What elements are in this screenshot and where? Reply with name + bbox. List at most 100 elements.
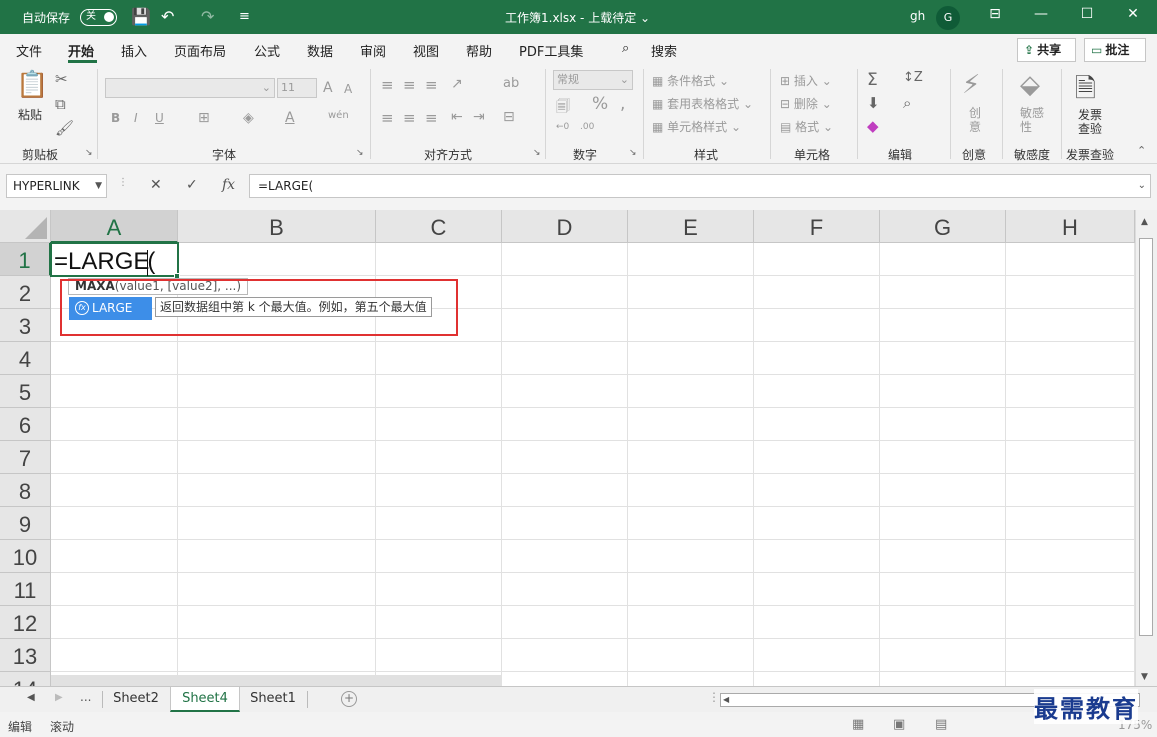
- formula-input[interactable]: =LARGE(⌄: [249, 174, 1151, 198]
- row-header-11[interactable]: 11: [0, 573, 51, 606]
- column-header-e[interactable]: E: [628, 210, 754, 243]
- grow-font-icon[interactable]: A: [323, 80, 333, 96]
- fill-color-icon[interactable]: ◈: [243, 110, 254, 126]
- search-label[interactable]: 搜索: [651, 41, 677, 60]
- alignment-launcher-icon[interactable]: ↘: [533, 148, 541, 158]
- align-bottom-icon[interactable]: ≡: [425, 76, 438, 94]
- ribbon-display-options-icon[interactable]: ⊟: [980, 6, 1010, 22]
- tab-formulas[interactable]: 公式: [254, 41, 280, 60]
- align-middle-icon[interactable]: ≡: [403, 76, 416, 94]
- worksheet-grid[interactable]: A B C D E F G H 1 2 3 4 5 6 7 8 9 10 11 …: [0, 210, 1157, 686]
- row-header-10[interactable]: 10: [0, 540, 51, 573]
- sensitivity-button-label[interactable]: 敏感 性: [1020, 106, 1044, 134]
- font-launcher-icon[interactable]: ↘: [356, 148, 364, 158]
- accounting-format-icon[interactable]: 🗐: [556, 96, 570, 120]
- tab-file[interactable]: 文件: [16, 41, 42, 60]
- share-button[interactable]: ⇪ 共享: [1017, 38, 1076, 62]
- column-header-d[interactable]: D: [502, 210, 628, 243]
- creativity-icon[interactable]: ⚡: [962, 70, 980, 100]
- add-sheet-button[interactable]: +: [341, 691, 357, 707]
- row-header-13[interactable]: 13: [0, 639, 51, 672]
- increase-decimal-icon[interactable]: ←0: [556, 122, 569, 132]
- fill-icon[interactable]: ⬇: [867, 94, 880, 112]
- orientation-icon[interactable]: ↗: [451, 76, 463, 92]
- column-header-c[interactable]: C: [376, 210, 502, 243]
- sheet-tab-sheet2[interactable]: Sheet2: [104, 687, 168, 712]
- invoice-button-label-2[interactable]: 查验: [1078, 120, 1102, 137]
- minimize-button[interactable]: —: [1026, 6, 1056, 22]
- increase-indent-icon[interactable]: ⇥: [473, 109, 485, 125]
- percent-style-icon[interactable]: %: [592, 94, 608, 114]
- name-box[interactable]: HYPERLINK ▼: [6, 174, 107, 198]
- expand-formula-bar-icon[interactable]: ⌄: [1138, 175, 1146, 197]
- row-header-12[interactable]: 12: [0, 606, 51, 639]
- scroll-up-icon[interactable]: ▲: [1141, 217, 1148, 227]
- insert-function-icon[interactable]: fx: [222, 177, 235, 193]
- border-icon[interactable]: ⊞: [198, 110, 210, 126]
- avatar[interactable]: G: [936, 6, 960, 30]
- row-header-5[interactable]: 5: [0, 375, 51, 408]
- paste-label[interactable]: 粘贴: [18, 106, 42, 123]
- find-select-icon[interactable]: ⌕: [903, 94, 911, 112]
- undo-icon[interactable]: ↶: [161, 7, 174, 27]
- redo-icon[interactable]: ↷: [201, 7, 214, 27]
- italic-button[interactable]: I: [134, 111, 138, 125]
- row-header-8[interactable]: 8: [0, 474, 51, 507]
- tab-pdf-tools[interactable]: PDF工具集: [519, 41, 583, 60]
- clear-icon[interactable]: ◆: [867, 117, 879, 135]
- copy-icon[interactable]: ⧉: [55, 95, 66, 113]
- format-as-table-button[interactable]: ▦ 套用表格格式 ⌄: [652, 95, 753, 112]
- sort-filter-icon[interactable]: ↕Z: [903, 70, 923, 85]
- bold-button[interactable]: B: [111, 111, 120, 125]
- sheet-tab-sheet4[interactable]: Sheet4: [170, 687, 240, 712]
- collapse-ribbon-icon[interactable]: ⌃: [1137, 144, 1146, 157]
- comma-style-icon[interactable]: ,: [620, 94, 625, 114]
- align-center-icon[interactable]: ≡: [403, 109, 416, 127]
- scroll-left-icon[interactable]: ◀: [723, 694, 729, 706]
- next-sheet-icon[interactable]: ▶: [55, 692, 63, 703]
- cancel-entry-icon[interactable]: ✕: [150, 177, 162, 193]
- cell-styles-button[interactable]: ▦ 单元格样式 ⌄: [652, 118, 741, 135]
- more-sheets-button[interactable]: ...: [80, 690, 91, 704]
- maximize-button[interactable]: ☐: [1072, 6, 1102, 22]
- vertical-scroll-thumb[interactable]: [1139, 238, 1153, 636]
- paste-icon[interactable]: 📋: [16, 70, 48, 100]
- vertical-scrollbar[interactable]: ▲ ▼: [1135, 210, 1157, 686]
- align-left-icon[interactable]: ≡: [381, 109, 394, 127]
- customize-toolbar-icon[interactable]: ≡: [239, 7, 250, 27]
- tab-data[interactable]: 数据: [307, 41, 333, 60]
- close-button[interactable]: ✕: [1118, 6, 1148, 22]
- name-box-dropdown-icon[interactable]: ▼: [95, 175, 102, 197]
- merge-center-icon[interactable]: ⊟: [503, 109, 515, 125]
- tab-view[interactable]: 视图: [413, 41, 439, 60]
- align-right-icon[interactable]: ≡: [425, 109, 438, 127]
- number-format-select[interactable]: 常规 ⌄: [553, 70, 633, 90]
- select-all-button[interactable]: [0, 210, 51, 243]
- tab-page-layout[interactable]: 页面布局: [174, 41, 226, 60]
- search-icon[interactable]: ⌕: [622, 41, 629, 56]
- row-header-3[interactable]: 3: [0, 309, 51, 342]
- comments-button[interactable]: ▭ 批注: [1084, 38, 1146, 62]
- phonetic-icon[interactable]: wén: [328, 110, 349, 121]
- normal-view-icon[interactable]: ▦: [852, 717, 864, 732]
- shrink-font-icon[interactable]: A: [344, 82, 352, 96]
- enter-entry-icon[interactable]: ✓: [186, 177, 198, 193]
- column-header-g[interactable]: G: [880, 210, 1006, 243]
- number-launcher-icon[interactable]: ↘: [629, 148, 637, 158]
- insert-cells-button[interactable]: ⊞ 插入 ⌄: [780, 72, 832, 89]
- sensitivity-icon[interactable]: ⬙: [1020, 70, 1040, 100]
- column-header-b[interactable]: B: [178, 210, 376, 243]
- tab-split-handle[interactable]: ⋮: [708, 690, 720, 704]
- tab-help[interactable]: 帮助: [466, 41, 492, 60]
- row-header-7[interactable]: 7: [0, 441, 51, 474]
- row-header-14[interactable]: 14: [0, 672, 51, 686]
- decrease-indent-icon[interactable]: ⇤: [451, 109, 463, 125]
- prev-sheet-icon[interactable]: ◀: [27, 692, 35, 703]
- cut-icon[interactable]: ✂: [55, 70, 68, 88]
- format-painter-icon[interactable]: 🖌: [55, 119, 74, 137]
- font-color-icon[interactable]: A: [285, 110, 295, 126]
- row-header-9[interactable]: 9: [0, 507, 51, 540]
- row-header-2[interactable]: 2: [0, 276, 51, 309]
- autosum-icon[interactable]: Σ: [867, 70, 878, 90]
- tab-home[interactable]: 开始: [68, 41, 94, 60]
